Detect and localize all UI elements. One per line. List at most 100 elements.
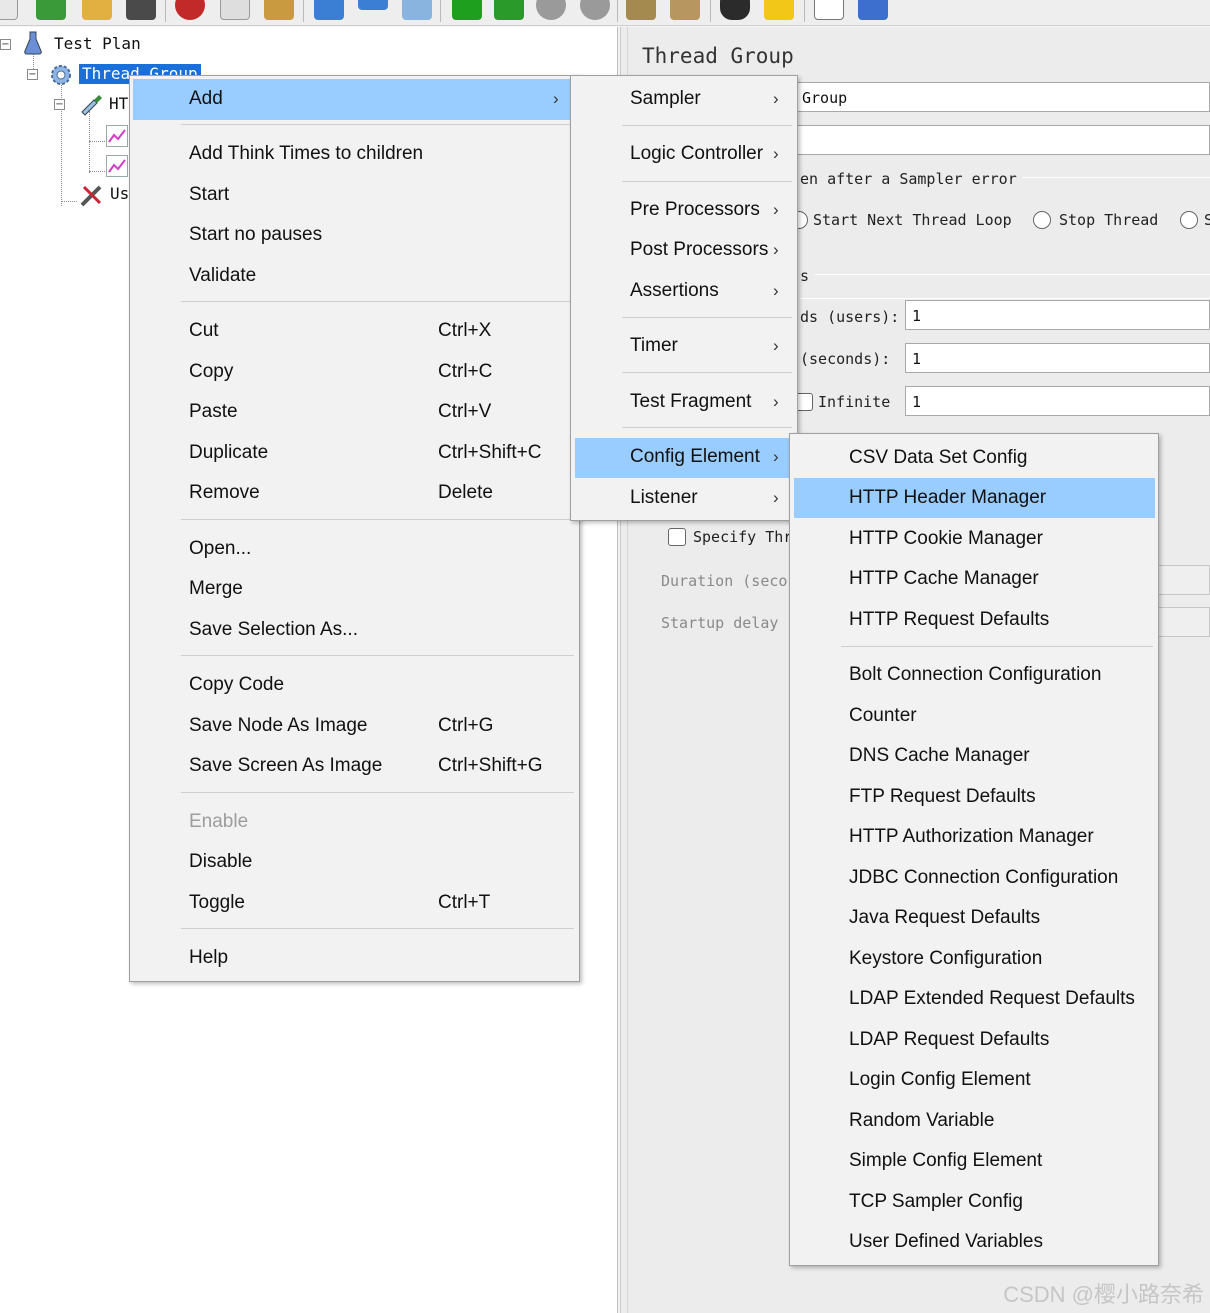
submenu-item-assertions[interactable]: Assertions — [630, 279, 719, 303]
config-item-keystore[interactable]: Keystore Configuration — [849, 947, 1042, 971]
stop-icon[interactable] — [536, 0, 566, 20]
reset-search-icon[interactable] — [764, 0, 794, 20]
menu-item-start[interactable]: Start — [189, 183, 229, 207]
menu-item-cut[interactable]: Cut — [189, 319, 219, 343]
submenu-item-logic-controller[interactable]: Logic Controller — [630, 142, 763, 166]
config-item-login-config[interactable]: Login Config Element — [849, 1068, 1031, 1092]
function-helper-icon[interactable] — [814, 0, 844, 20]
submenu-item-timer[interactable]: Timer — [630, 334, 678, 358]
start-icon[interactable] — [452, 0, 482, 20]
specify-lifetime-checkbox[interactable] — [668, 528, 686, 546]
menu-item-duplicate[interactable]: Duplicate — [189, 441, 268, 465]
submenu-item-test-fragment[interactable]: Test Fragment — [630, 390, 751, 414]
config-item-http-cookie-manager[interactable]: HTTP Cookie Manager — [849, 527, 1043, 551]
config-item-simple-config[interactable]: Simple Config Element — [849, 1149, 1042, 1173]
comments-field[interactable] — [795, 125, 1210, 155]
menu-item-start-no-pauses[interactable]: Start no pauses — [189, 223, 322, 247]
config-item-ftp-request-defaults[interactable]: FTP Request Defaults — [849, 785, 1036, 809]
menu-separator — [622, 372, 792, 373]
collapse-toggle[interactable]: − — [0, 39, 11, 50]
copy-icon[interactable] — [220, 0, 250, 20]
menu-item-save-screen-image[interactable]: Save Screen As Image — [189, 754, 382, 778]
startup-delay-input[interactable] — [1158, 607, 1210, 637]
config-item-counter[interactable]: Counter — [849, 704, 917, 728]
menu-item-merge[interactable]: Merge — [189, 577, 243, 601]
config-item-dns-cache-manager[interactable]: DNS Cache Manager — [849, 744, 1030, 768]
radio-start-next-label[interactable]: Start Next Thread Loop — [813, 211, 1012, 229]
context-menu — [129, 75, 580, 982]
menu-item-toggle[interactable]: Toggle — [189, 891, 245, 915]
rampup-label: (seconds): — [800, 350, 891, 368]
submenu-item-pre-processors[interactable]: Pre Processors — [630, 198, 760, 222]
menu-item-disable[interactable]: Disable — [189, 850, 252, 874]
menu-separator — [622, 317, 792, 318]
menu-item-copy[interactable]: Copy — [189, 360, 233, 384]
collapse-toggle[interactable]: − — [54, 99, 65, 110]
menu-item-add[interactable]: Add — [189, 87, 223, 111]
chevron-right-icon: › — [773, 281, 779, 300]
rampup-input[interactable]: 1 — [905, 343, 1210, 373]
config-item-http-cache-manager[interactable]: HTTP Cache Manager — [849, 567, 1039, 591]
expand-icon[interactable] — [314, 0, 344, 20]
shortcut-save-node-image: Ctrl+G — [438, 715, 494, 736]
loop-count-input[interactable]: 1 — [905, 386, 1210, 416]
menu-item-open[interactable]: Open... — [189, 537, 251, 561]
radio-stop-thread[interactable] — [1033, 211, 1051, 229]
menu-item-paste[interactable]: Paste — [189, 400, 238, 424]
config-item-java-request-defaults[interactable]: Java Request Defaults — [849, 906, 1040, 930]
templates-icon[interactable] — [36, 0, 66, 20]
clear-all-icon[interactable] — [670, 0, 700, 20]
menu-item-save-selection[interactable]: Save Selection As... — [189, 618, 358, 642]
shortcut-remove: Delete — [438, 482, 493, 503]
submenu-item-config-element[interactable]: Config Element — [630, 445, 760, 469]
config-item-http-header-manager[interactable]: HTTP Header Manager — [849, 486, 1046, 510]
collapse-icon[interactable] — [358, 0, 388, 10]
config-item-http-request-defaults[interactable]: HTTP Request Defaults — [849, 608, 1049, 632]
radio-stop-thread-label[interactable]: Stop Thread — [1059, 211, 1158, 229]
tree-node-http-request[interactable]: HT — [109, 94, 128, 114]
menu-item-copy-code[interactable]: Copy Code — [189, 673, 284, 697]
clear-icon[interactable] — [626, 0, 656, 20]
tree-connector — [89, 171, 105, 172]
menu-separator — [181, 792, 574, 793]
shutdown-icon[interactable] — [580, 0, 610, 20]
submenu-item-sampler[interactable]: Sampler — [630, 87, 701, 111]
config-item-user-defined-variables[interactable]: User Defined Variables — [849, 1230, 1043, 1254]
toggle-icon[interactable] — [402, 0, 432, 20]
config-item-tcp-sampler-config[interactable]: TCP Sampler Config — [849, 1190, 1023, 1214]
graph-listener-icon — [106, 125, 128, 147]
collapse-toggle[interactable]: − — [27, 69, 38, 80]
tree-node-test-plan[interactable]: Test Plan — [54, 34, 141, 54]
config-item-http-authorization[interactable]: HTTP Authorization Manager — [849, 825, 1094, 849]
paste-icon[interactable] — [264, 0, 294, 20]
menu-item-save-node-image[interactable]: Save Node As Image — [189, 714, 368, 738]
name-field[interactable]: Group — [795, 82, 1210, 112]
config-item-ldap-extended[interactable]: LDAP Extended Request Defaults — [849, 987, 1135, 1011]
cut-icon[interactable] — [175, 0, 205, 20]
duration-input[interactable] — [1158, 565, 1210, 595]
threads-input[interactable]: 1 — [905, 300, 1210, 330]
config-item-ldap-request-defaults[interactable]: LDAP Request Defaults — [849, 1028, 1049, 1052]
submenu-item-post-processors[interactable]: Post Processors — [630, 238, 768, 262]
config-item-bolt-connection[interactable]: Bolt Connection Configuration — [849, 663, 1101, 687]
menu-item-remove[interactable]: Remove — [189, 481, 260, 505]
config-item-csv-data-set[interactable]: CSV Data Set Config — [849, 446, 1027, 470]
config-item-random-variable[interactable]: Random Variable — [849, 1109, 994, 1133]
new-icon[interactable] — [0, 0, 18, 20]
search-icon[interactable] — [720, 0, 750, 20]
save-icon[interactable] — [126, 0, 156, 20]
start-no-pauses-icon[interactable] — [494, 0, 524, 20]
help-icon[interactable] — [858, 0, 888, 20]
menu-separator — [181, 519, 574, 520]
config-item-jdbc-connection[interactable]: JDBC Connection Configuration — [849, 866, 1118, 890]
menu-item-validate[interactable]: Validate — [189, 264, 256, 288]
radio-stop-test-label[interactable]: S — [1204, 211, 1210, 229]
tree-node-user-defined[interactable]: Us — [110, 184, 129, 204]
infinite-label: Infinite — [818, 393, 891, 411]
radio-stop-test[interactable] — [1180, 211, 1198, 229]
submenu-item-listener[interactable]: Listener — [630, 486, 698, 510]
open-icon[interactable] — [82, 0, 112, 20]
menu-item-add-think-times[interactable]: Add Think Times to children — [189, 142, 423, 166]
chevron-right-icon: › — [773, 200, 779, 219]
menu-item-help[interactable]: Help — [189, 946, 228, 970]
